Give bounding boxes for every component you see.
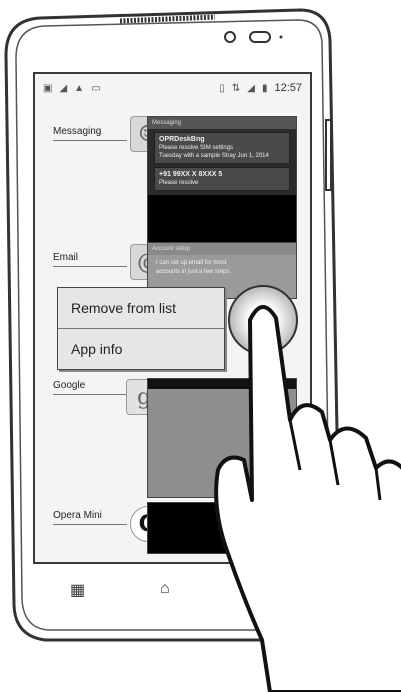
- home-button[interactable]: ⌂: [160, 580, 170, 598]
- navigation-bar: ▦ ⌂: [35, 570, 310, 614]
- recent-apps-button[interactable]: ▦: [70, 580, 85, 600]
